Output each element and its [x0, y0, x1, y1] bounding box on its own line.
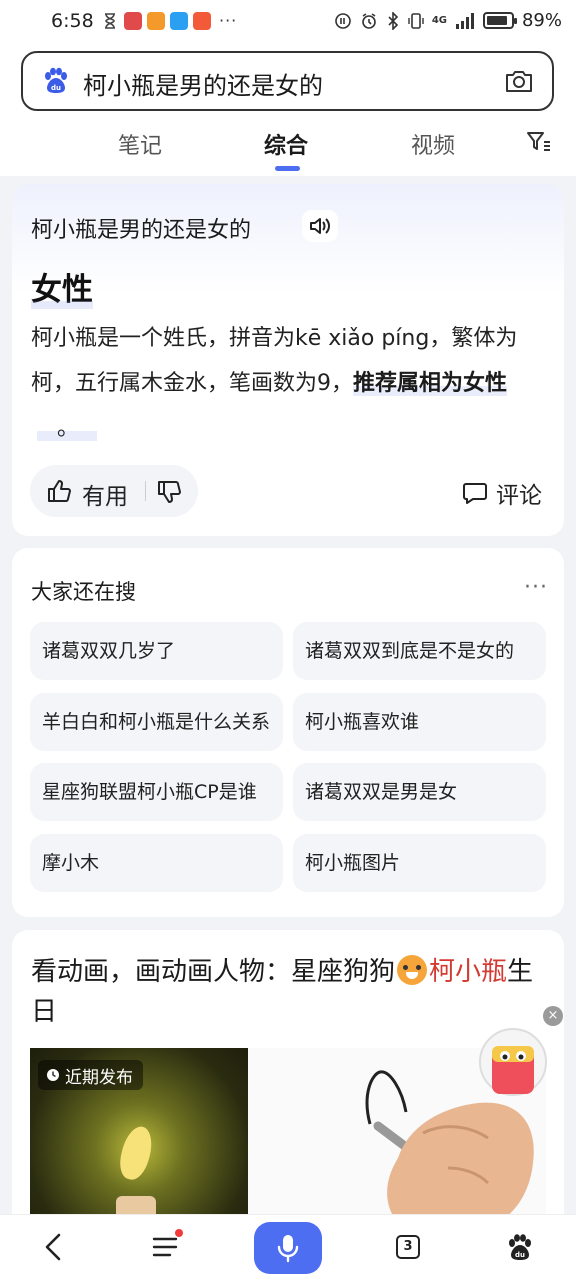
camera-icon[interactable] [504, 68, 534, 94]
bluetooth-icon [388, 11, 398, 30]
baidu-home-button[interactable]: du [502, 1229, 538, 1265]
svg-text:du: du [51, 84, 61, 92]
related-chip[interactable]: 柯小瓶喜欢谁 [293, 693, 546, 751]
read-aloud-button[interactable] [302, 210, 338, 242]
vibrate-icon [408, 12, 424, 29]
battery-percent: 89% [521, 10, 562, 31]
comment-button[interactable]: 评论 [462, 476, 542, 510]
hourglass-icon [105, 12, 115, 29]
video-title-text: 看动画，画动画人物：星座狗狗 [31, 957, 396, 987]
clock-icon [47, 1069, 59, 1081]
menu-icon [152, 1237, 178, 1257]
menu-button[interactable] [148, 1229, 184, 1265]
related-chip[interactable]: 摩小木 [30, 834, 283, 892]
baidu-paw-icon: du [45, 67, 67, 93]
signal-icon [455, 12, 474, 29]
thumb-up-icon[interactable] [46, 478, 72, 504]
filter-icon[interactable] [526, 130, 552, 154]
more-notifications: ··· [219, 11, 238, 30]
more-options-icon[interactable]: ··· [524, 577, 548, 599]
related-chip[interactable]: 诸葛双双到底是不是女的 [293, 622, 546, 680]
video-app-icon [147, 11, 165, 30]
notification-dot [175, 1229, 183, 1237]
related-title: 大家还在搜 [31, 580, 136, 604]
useful-button[interactable]: 有用 [82, 477, 128, 511]
active-tab-indicator [275, 166, 300, 171]
answer-card: 柯小瓶是男的还是女的 女性 柯小瓶是一个姓氏，拼音为kē xiǎo píng，繁… [12, 184, 564, 536]
related-chip[interactable]: 羊白白和柯小瓶是什么关系 [30, 693, 283, 751]
result-tabs: 笔记 综合 视频 [0, 124, 576, 174]
tabs-button[interactable]: 3 [390, 1229, 426, 1265]
answer-body: 柯小瓶是一个姓氏，拼音为kē xiǎo píng，繁体为柯，五行属木金水，笔画数… [31, 316, 546, 451]
svg-text:du: du [515, 1251, 525, 1259]
feedback-pill: 有用 [30, 465, 198, 517]
data-saver-icon [335, 12, 351, 29]
notification-icons: ··· [101, 11, 237, 30]
video-thumbnail-left[interactable]: 近期发布 [30, 1048, 248, 1230]
battery-level [486, 16, 508, 25]
search-bar[interactable]: du 柯小瓶是男的还是女的 [21, 51, 554, 111]
dog-emoji-icon [397, 955, 428, 985]
search-header: du 柯小瓶是男的还是女的 笔记 综合 视频 [0, 44, 576, 176]
recent-badge: 近期发布 [38, 1060, 143, 1090]
speaker-icon [310, 218, 330, 234]
video-title-highlight: 柯小瓶 [429, 957, 508, 987]
baidu-paw-icon: du [509, 1234, 531, 1260]
microphone-icon [277, 1235, 299, 1263]
float-close-button[interactable]: × [543, 1006, 563, 1026]
tab-video[interactable]: 视频 [411, 128, 455, 160]
floating-mascot-widget[interactable] [478, 1024, 548, 1100]
video-title[interactable]: 看动画，画动画人物：星座狗狗 柯小瓶生日 [31, 952, 541, 1032]
tab-notes[interactable]: 笔记 [118, 128, 162, 160]
search-app-icon [170, 11, 188, 30]
comment-icon [463, 483, 487, 504]
tab-count: 3 [396, 1235, 420, 1259]
status-time: 6:58 [51, 10, 94, 32]
related-searches-card: 大家还在搜 ··· 诸葛双双几岁了 诸葛双双到底是不是女的 羊白白和柯小瓶是什么… [12, 548, 564, 917]
answer-title: 女性 [31, 264, 93, 309]
thumb-down-icon[interactable] [156, 479, 182, 505]
related-chip[interactable]: 柯小瓶图片 [293, 834, 546, 892]
candle-flame [115, 1123, 157, 1183]
tab-all[interactable]: 综合 [264, 128, 308, 160]
answer-question: 柯小瓶是男的还是女的 [31, 218, 252, 243]
feedback-divider [145, 481, 146, 501]
system-icons: 4G 89% [334, 10, 562, 31]
related-chip[interactable]: 诸葛双双是男是女 [293, 763, 546, 821]
related-chip[interactable]: 诸葛双双几岁了 [30, 622, 283, 680]
book-app-icon [124, 11, 142, 30]
related-chip[interactable]: 星座狗联盟柯小瓶CP是谁 [30, 763, 283, 821]
search-input[interactable]: 柯小瓶是男的还是女的 [83, 66, 323, 101]
alarm-icon [362, 12, 376, 29]
answer-body-highlight: 推荐属相为女性 [353, 371, 508, 396]
shop-app-icon [193, 11, 211, 30]
back-button[interactable] [36, 1229, 72, 1265]
answer-body-end: 。 [57, 416, 80, 441]
back-icon [45, 1233, 61, 1261]
status-bar: 6:58 ··· 4G 89% [0, 0, 576, 44]
voice-search-button[interactable] [254, 1222, 322, 1274]
recent-badge-text: 近期发布 [65, 1067, 133, 1088]
bottom-navigation: 3 du [0, 1214, 576, 1280]
comment-label: 评论 [496, 483, 542, 509]
battery-icon [482, 12, 517, 29]
network-type: 4G [431, 15, 447, 26]
